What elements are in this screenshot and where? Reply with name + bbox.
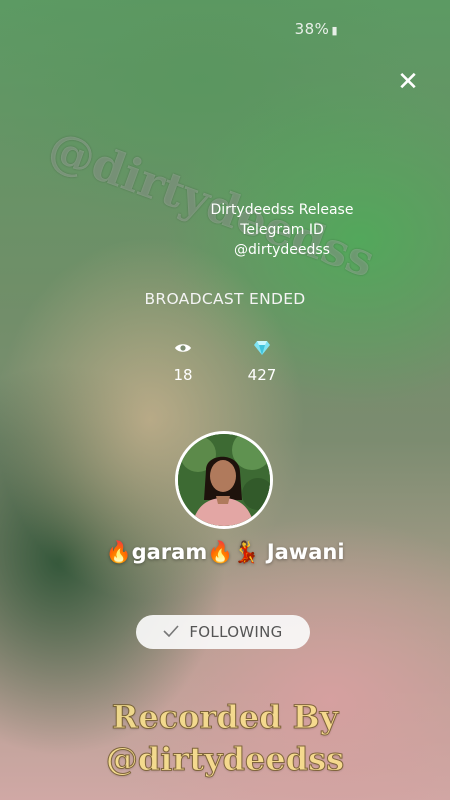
promo-text: Dirtydeedss Release Telegram ID @dirtyde… [200,200,364,260]
check-icon [163,623,179,641]
viewer-count-stat: 18 [153,338,213,384]
promo-line-2: Telegram ID [240,222,324,238]
avatar-photo [178,434,270,526]
viewer-count: 18 [173,366,193,384]
battery-percent: 38% [294,20,330,38]
diamond-icon [232,338,292,358]
recorded-by-watermark: Recorded By [111,698,339,737]
recorded-by-handle: @dirtydeedss [105,740,345,779]
broadcaster-name: 🔥garam🔥💃 Jawani [105,540,345,564]
following-button[interactable]: FOLLOWING [136,615,310,649]
promo-line-1: Dirtydeedss Release [210,202,354,218]
following-label: FOLLOWING [189,623,283,641]
close-icon: ✕ [397,67,419,97]
avatar[interactable] [175,431,273,529]
diamond-count-stat: 427 [232,338,292,384]
battery-status: 38% ▮ [295,20,338,38]
close-button[interactable]: ✕ [394,68,422,96]
promo-line-3: @dirtydeedss [234,242,330,258]
eye-icon [153,338,213,358]
diamond-count: 427 [247,366,277,384]
broadcast-status: BROADCAST ENDED [144,290,306,308]
battery-icon: ▮ [331,24,338,37]
